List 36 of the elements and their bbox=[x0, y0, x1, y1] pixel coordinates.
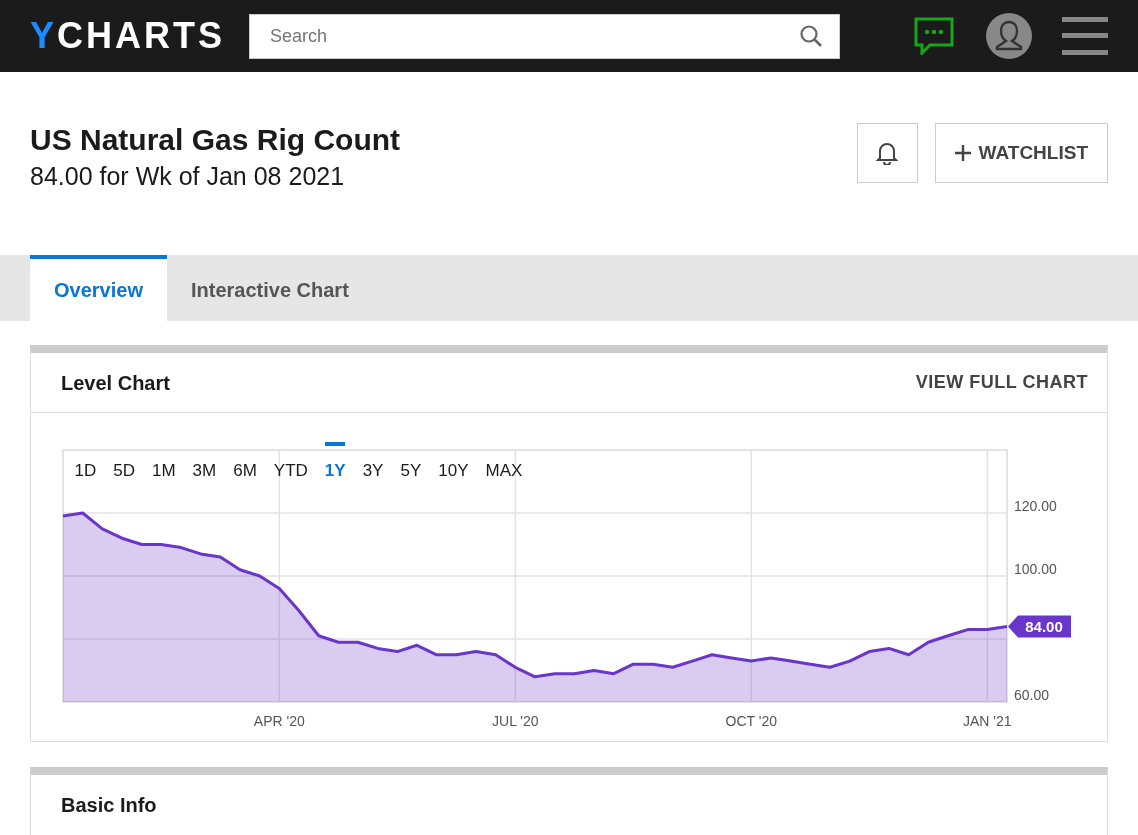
avatar-icon[interactable] bbox=[986, 13, 1032, 59]
bell-icon bbox=[876, 141, 899, 165]
range-button[interactable]: 3M bbox=[184, 444, 225, 484]
panel-title: Level Chart bbox=[61, 370, 170, 396]
x-axis-label: OCT '20 bbox=[725, 713, 778, 729]
value-tag: 84.00 bbox=[1008, 615, 1071, 638]
range-button[interactable]: MAX bbox=[477, 444, 531, 484]
tab[interactable]: Interactive Chart bbox=[166, 255, 373, 321]
view-full-chart-link[interactable]: VIEW FULL CHART bbox=[915, 369, 1088, 396]
panel-title: Basic Info bbox=[61, 793, 157, 818]
chat-icon[interactable] bbox=[914, 17, 954, 55]
watchlist-button[interactable]: WATCHLIST bbox=[934, 123, 1108, 183]
range-button[interactable]: 3Y bbox=[354, 444, 392, 484]
logo[interactable]: YCHARTS bbox=[30, 18, 225, 54]
range-button[interactable]: 10Y bbox=[429, 444, 477, 484]
x-axis-label: JUL '20 bbox=[492, 713, 539, 729]
range-button[interactable]: 5D bbox=[104, 444, 144, 484]
x-axis-label: APR '20 bbox=[253, 713, 305, 729]
range-button[interactable]: 5Y bbox=[391, 444, 430, 484]
latest-value: 84.00 for Wk of Jan 08 2021 bbox=[30, 161, 346, 192]
tab[interactable]: Overview bbox=[30, 255, 167, 321]
page-title: US Natural Gas Rig Count bbox=[30, 122, 401, 158]
range-button[interactable]: 1Y bbox=[316, 444, 355, 484]
menu-icon[interactable] bbox=[1062, 17, 1108, 55]
y-axis-label: 60.00 bbox=[1014, 687, 1050, 703]
search-icon[interactable] bbox=[799, 24, 823, 48]
alert-button[interactable] bbox=[856, 123, 918, 183]
x-axis-label: JAN '21 bbox=[963, 713, 1012, 729]
range-button[interactable]: 6M bbox=[224, 444, 266, 484]
y-axis-label: 120.00 bbox=[1014, 498, 1057, 514]
y-axis-label: 100.00 bbox=[1014, 561, 1057, 577]
search-field[interactable]: Search bbox=[249, 13, 840, 59]
range-button[interactable]: 1D bbox=[66, 444, 105, 484]
range-button[interactable]: 1M bbox=[143, 444, 185, 484]
plus-icon bbox=[954, 145, 971, 161]
range-button[interactable]: YTD bbox=[265, 444, 317, 484]
